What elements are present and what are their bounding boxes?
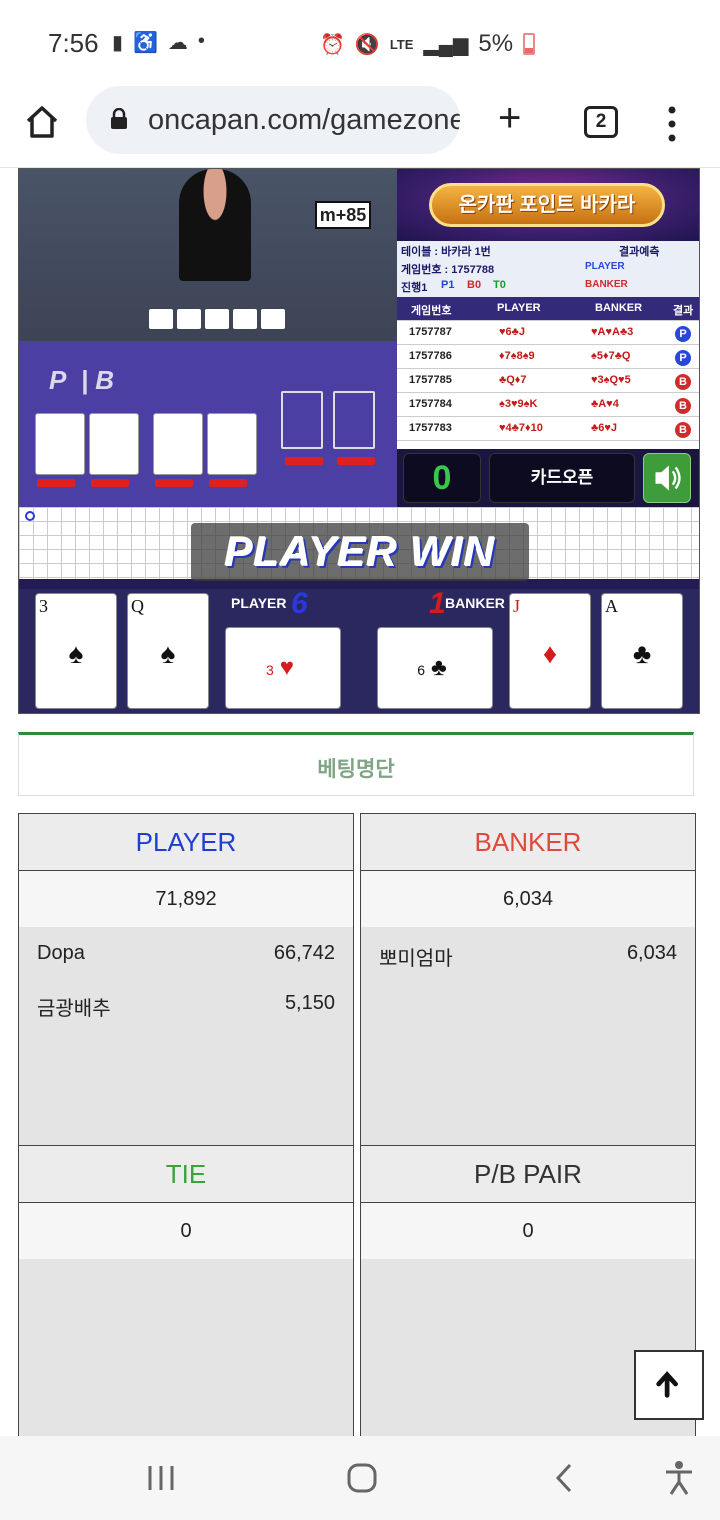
banker-bets-panel: BANKER 6,034 뽀미엄마 6,034 — [360, 813, 696, 1147]
player-card: 3♥ — [225, 627, 341, 709]
history-row: 1757786 ♦7♠8♠9 ♠5♦7♣Q P — [397, 345, 699, 369]
banker-card: 6♣ — [377, 627, 493, 709]
player-bets-title: PLAYER — [19, 814, 353, 871]
game-controls: 0 카드오픈 — [397, 449, 699, 507]
history-result-badge: B — [675, 374, 691, 390]
mute-icon: 🔇 — [354, 33, 380, 56]
signal-icon: ▂▄▆ — [423, 33, 469, 56]
win-banner: PLAYER WIN — [191, 523, 529, 581]
status-bar: 7:56 ▮ ♿ ☁ • ⏰ 🔇 LTE ▂▄▆ 5% — [0, 0, 720, 84]
history-row: 1757785 ♣Q♦7 ♥3♠Q♥5 B — [397, 369, 699, 393]
game-side-panel: 온카판 포인트 바카라 테이블 : 바카라 1번 결과예측 게임번호 : 175… — [397, 169, 699, 507]
new-tab-icon[interactable]: + — [498, 98, 521, 138]
video-card — [153, 413, 203, 475]
banker-card: A ♣ — [601, 593, 683, 709]
pair-bets-title: P/B PAIR — [361, 1146, 695, 1203]
player-score: 6 — [291, 587, 308, 620]
card-open-button[interactable]: 카드오픈 — [489, 453, 635, 503]
dot-icon: • — [197, 30, 205, 52]
player-bets-panel: PLAYER 71,892 Dopa 66,742 금광배추 5,150 — [18, 813, 354, 1147]
back-icon[interactable] — [552, 1462, 576, 1494]
betting-list-title: 베팅명단 — [317, 758, 395, 781]
cloud-icon: ☁ — [167, 32, 188, 54]
history-result-badge: B — [675, 422, 691, 438]
video-card — [35, 413, 85, 475]
dealer — [179, 169, 251, 281]
banker-bets-title: BANKER — [361, 814, 695, 871]
sound-button[interactable] — [643, 453, 691, 503]
history-result-badge: P — [675, 326, 691, 342]
recent-apps-icon[interactable] — [146, 1464, 176, 1492]
bet-entry: Dopa 66,742 — [37, 942, 335, 964]
history-header: 게임번호 PLAYER BANKER 결과 — [397, 297, 699, 321]
tie-bets-panel: TIE 0 — [18, 1145, 354, 1445]
address-bar[interactable]: oncapan.com/gamezone — [86, 86, 460, 154]
bet-entry: 금광배추 5,150 — [37, 992, 335, 1020]
logo: 온카판 포인트 바카라 — [397, 169, 699, 241]
table-cards — [149, 309, 285, 329]
history-table: 게임번호 PLAYER BANKER 결과 1757787 ♥6♣J ♥A♥A♣3 P… — [397, 297, 699, 449]
home-nav-icon[interactable] — [346, 1462, 378, 1494]
history-row: 1757784 ♠3♥9♠K ♣A♥4 B — [397, 393, 699, 417]
tie-bets-total: 0 — [19, 1203, 353, 1259]
accessibility-nav-icon[interactable] — [664, 1460, 694, 1496]
alert-icon: ▮ — [112, 32, 124, 54]
home-icon[interactable] — [24, 104, 60, 140]
banker-label: BANKER — [445, 595, 505, 611]
banker-card: J ♦ — [509, 593, 591, 709]
history-result-badge: B — [675, 398, 691, 414]
video-player-banker-overlay: P_| B — [49, 365, 115, 395]
banker-bets-total: 6,034 — [361, 871, 695, 927]
history-result-badge: P — [675, 350, 691, 366]
speaker-icon — [655, 465, 681, 491]
player-label: PLAYER — [231, 595, 287, 611]
url-text: oncapan.com/gamezone — [148, 104, 460, 136]
scroll-to-top-button[interactable] — [634, 1350, 704, 1420]
arrow-up-icon — [656, 1371, 678, 1398]
history-row: 1757787 ♥6♣J ♥A♥A♣3 P — [397, 321, 699, 345]
bet-entry: 뽀미엄마 6,034 — [379, 942, 677, 970]
android-nav-bar — [0, 1436, 720, 1520]
tie-bets-title: TIE — [19, 1146, 353, 1203]
battery-percent: 5% — [478, 30, 514, 57]
player-bets-total: 71,892 — [19, 871, 353, 927]
accessibility-icon: ♿ — [133, 32, 158, 54]
browser-toolbar: oncapan.com/gamezone + 2 — [0, 84, 720, 168]
more-menu-icon[interactable] — [662, 104, 682, 144]
banner-title: 온카판 포인트 바카라 — [429, 183, 665, 227]
history-row: 1757783 ♥4♣7♦10 ♣6♥J B — [397, 417, 699, 441]
battery-icon — [523, 33, 536, 55]
player-card: 3 ♠ — [35, 593, 117, 709]
lte-icon: LTE — [389, 36, 414, 52]
clock: 7:56 — [48, 28, 99, 58]
video-card — [89, 413, 139, 475]
video-card — [207, 413, 257, 475]
tab-switcher-button[interactable]: 2 — [584, 106, 618, 138]
lock-icon — [111, 108, 127, 129]
timer: 0 — [403, 453, 481, 503]
alarm-icon: ⏰ — [320, 33, 345, 56]
pair-bets-total: 0 — [361, 1203, 695, 1259]
baccarat-game: m+85 P_| B 온카판 포인트 바카라 테이블 : 바카라 1번 결과예측… — [18, 168, 700, 714]
video-sign: m+85 — [315, 201, 371, 229]
banker-score: 1 — [429, 587, 446, 620]
game-info: 테이블 : 바카라 1번 결과예측 게임번호 : 1757788 PLAYER … — [397, 241, 699, 297]
betting-list-tab[interactable]: 베팅명단 — [18, 732, 694, 796]
result-cards: 3 ♠ Q ♠ 3♥ 6♣ J ♦ A ♣ PLAYER 6 1 BANKER — [19, 587, 699, 713]
player-card: Q ♠ — [127, 593, 209, 709]
